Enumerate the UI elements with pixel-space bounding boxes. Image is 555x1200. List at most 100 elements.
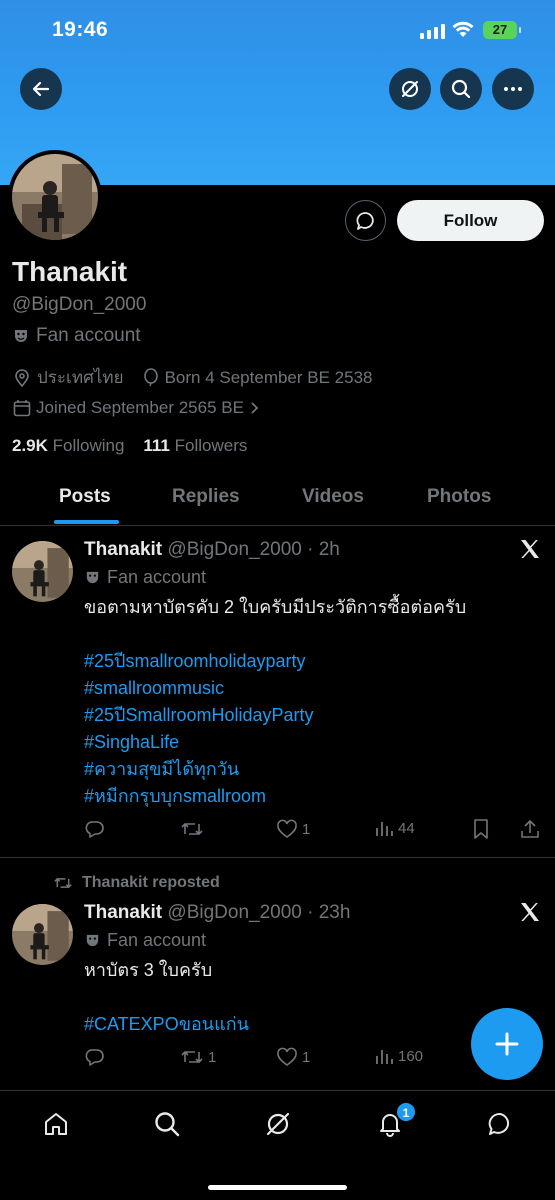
theater-masks-icon [86,934,99,947]
post-author-category: Fan account [84,567,206,588]
profile-joined-row[interactable]: Joined September 2565 BE [12,398,260,418]
reply-button[interactable] [84,1046,110,1068]
active-tab-indicator [54,520,119,524]
repost-icon [54,877,72,889]
avatar-photo [12,904,73,965]
hashtag-link[interactable]: #SinghaLife [84,729,314,756]
more-horizontal-icon [504,87,522,91]
views-button[interactable]: 44 [374,818,415,838]
bookmark-icon[interactable] [472,818,490,840]
post-header: Thanakit @BigDon_2000 · 23h [84,902,350,924]
repost-button[interactable] [180,818,208,840]
theater-masks-icon [15,330,27,342]
followers-link[interactable]: 111 Followers [143,436,247,455]
back-button[interactable] [20,68,62,110]
profile-location: ประเทศไทย [37,368,124,387]
theater-masks-icon [86,571,99,584]
post-author[interactable]: Thanakit [84,539,162,560]
heart-icon [277,819,297,838]
post-hashtags: #CATEXPOขอนแก่น [84,1011,249,1038]
profile-birthdate: Born 4 September BE 2538 [164,367,373,387]
following-label: Following [52,436,125,455]
tab-replies[interactable]: Replies [172,486,240,508]
following-link[interactable]: 2.9K Following [12,436,124,455]
avatar-photo [12,541,73,602]
post-author[interactable]: Thanakit [84,902,162,923]
views-button[interactable]: 160 [374,1046,423,1066]
search-button[interactable] [440,68,482,110]
battery-icon: 27 [483,21,521,39]
hashtag-link[interactable]: #CATEXPOขอนแก่น [84,1011,249,1038]
view-count: 44 [398,819,415,837]
profile-category: Fan account [12,325,141,347]
profile-avatar[interactable] [8,150,102,244]
share-icon[interactable] [520,818,540,840]
compose-post-button[interactable] [471,1008,543,1080]
post-header: Thanakit @BigDon_2000 · 2h [84,539,340,561]
analytics-icon [376,822,393,836]
tab-videos[interactable]: Videos [302,486,364,508]
tab-posts[interactable]: Posts [59,486,111,508]
repost-icon [181,1051,203,1063]
post-handle-time: @BigDon_2000 · 2h [167,539,340,560]
post-avatar[interactable] [12,904,73,965]
followers-count: 111 [143,436,170,455]
grok-icon [266,1112,290,1136]
nav-grok[interactable] [263,1109,293,1139]
hashtag-link[interactable]: #หมีกกรุบบุกsmallroom [84,783,314,810]
repost-button[interactable]: 1 [180,1046,216,1068]
x-logo-icon[interactable] [519,538,541,560]
like-button[interactable]: 1 [276,1046,310,1068]
repost-indicator[interactable]: Thanakit reposted [52,874,220,892]
message-button[interactable] [345,200,386,241]
status-time: 19:46 [52,18,109,41]
like-button[interactable]: 1 [276,818,310,840]
hashtag-link[interactable]: #ความสุขมีได้ทุกวัน [84,756,314,783]
avatar-photo [12,154,98,240]
bottom-navigation [0,1090,555,1200]
hashtag-link[interactable]: #smallroommusic [84,675,314,702]
grok-icon [402,81,418,97]
post-divider [0,857,555,858]
repost-count: 1 [208,1048,217,1066]
following-count: 2.9K [12,436,48,455]
post-hashtags: #25ปีsmallroomholidayparty #smallroommus… [84,648,314,810]
nav-home[interactable] [41,1109,71,1139]
hashtag-link[interactable]: #25ปีSmallroomHolidayParty [84,702,314,729]
notifications-badge: 1 [396,1102,416,1122]
post-text: หาบัตร 3 ใบครับ [84,960,213,980]
post-avatar[interactable] [12,541,73,602]
location-pin-icon [15,368,29,387]
more-options-button[interactable] [492,68,534,110]
reply-icon [85,821,104,838]
tab-photos[interactable]: Photos [427,486,491,508]
balloon-icon [143,367,158,386]
nav-search[interactable] [152,1109,182,1139]
reply-button[interactable] [84,818,110,840]
post-author-category: Fan account [84,930,206,951]
nav-messages[interactable] [485,1109,515,1139]
chat-bubble-icon [356,211,374,230]
calendar-icon [13,400,31,417]
profile-tabs: Posts Replies Videos Photos [0,470,555,526]
post-category-label: Fan account [107,930,207,950]
search-icon [155,1112,180,1137]
view-count: 160 [398,1047,424,1065]
follow-stats: 2.9K Following 111 Followers [12,436,247,456]
x-logo-icon[interactable] [519,901,541,923]
home-icon [45,1113,67,1135]
post-category-label: Fan account [107,567,207,587]
grok-button[interactable] [389,68,431,110]
chevron-right-icon [251,402,259,414]
analytics-icon [376,1050,393,1064]
post-actions: 1 44 [84,818,544,842]
profile-handle: @BigDon_2000 [12,294,147,315]
follow-button[interactable]: Follow [397,200,544,241]
post-handle-time: @BigDon_2000 · 23h [167,902,351,923]
like-count: 1 [302,1048,311,1066]
hashtag-link[interactable]: #25ปีsmallroomholidayparty [84,648,314,675]
reply-icon [85,1049,104,1066]
repost-icon [181,823,203,835]
wifi-icon [452,21,474,37]
search-icon [451,79,471,99]
